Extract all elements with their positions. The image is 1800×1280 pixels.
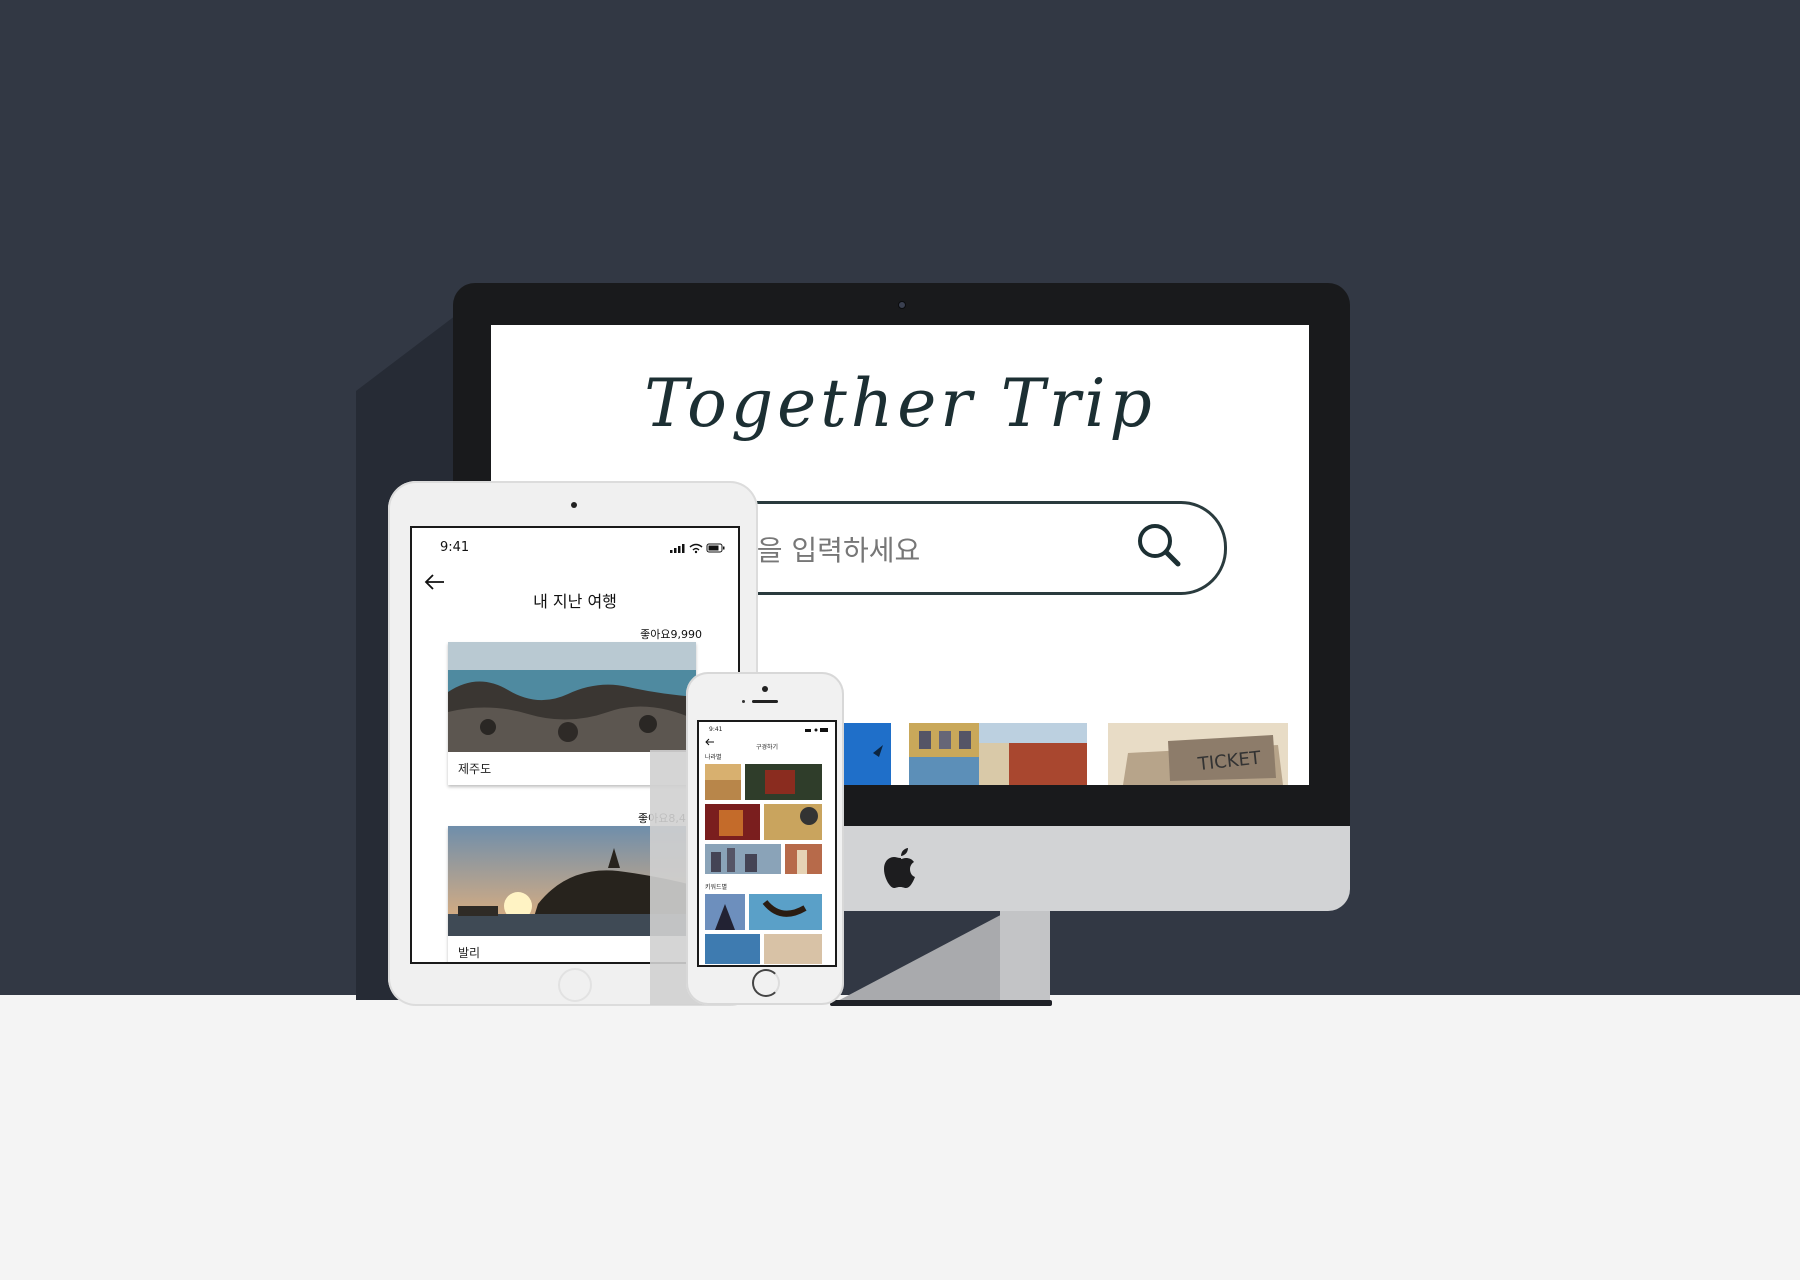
tablet-home-button[interactable] — [558, 968, 592, 1002]
jeju-coast-photo — [448, 642, 696, 752]
search-placeholder: 등을 입력하세요 — [731, 534, 921, 567]
thumb-city-photo[interactable] — [909, 723, 1087, 785]
webcam — [898, 301, 906, 309]
apple-logo-icon — [884, 848, 915, 888]
floor — [0, 995, 1800, 1280]
photo-grid-keyword[interactable] — [705, 894, 829, 964]
app-logo: Together Trip — [644, 365, 1156, 442]
card-label: 발리 — [458, 946, 481, 960]
tablet-status-time: 9:41 — [440, 540, 470, 555]
photo-grid-country[interactable] — [705, 764, 829, 874]
status-icons — [670, 543, 725, 554]
imac-stand-shadow — [830, 910, 1010, 1005]
thumb-ticket-photo[interactable]: TICKET — [1108, 723, 1288, 785]
section-keyword-label: 키워드별 — [705, 884, 728, 891]
phone-sensor — [742, 700, 745, 703]
section-country-label: 나라별 — [705, 754, 722, 761]
likes-count: 좋아요9,990 — [640, 628, 702, 641]
phone-status-icons — [805, 728, 828, 732]
phone-speaker — [752, 700, 778, 703]
phone-status-time: 9:41 — [709, 726, 723, 733]
thumb-bird-photo[interactable] — [843, 723, 891, 785]
imac-stand — [1000, 910, 1050, 1005]
tablet-camera — [571, 502, 577, 508]
phone-home-button[interactable] — [752, 969, 780, 997]
phone-camera — [762, 686, 768, 692]
search-icon[interactable] — [1136, 522, 1182, 568]
card-label: 제주도 — [458, 762, 492, 776]
phone-page-title: 구경하기 — [755, 744, 779, 751]
phone-screen: 9:41 구경하기 나라별 키워드별 — [697, 720, 837, 967]
page-title: 내 지난 여행 — [533, 592, 617, 611]
imac-base — [830, 1000, 1052, 1006]
